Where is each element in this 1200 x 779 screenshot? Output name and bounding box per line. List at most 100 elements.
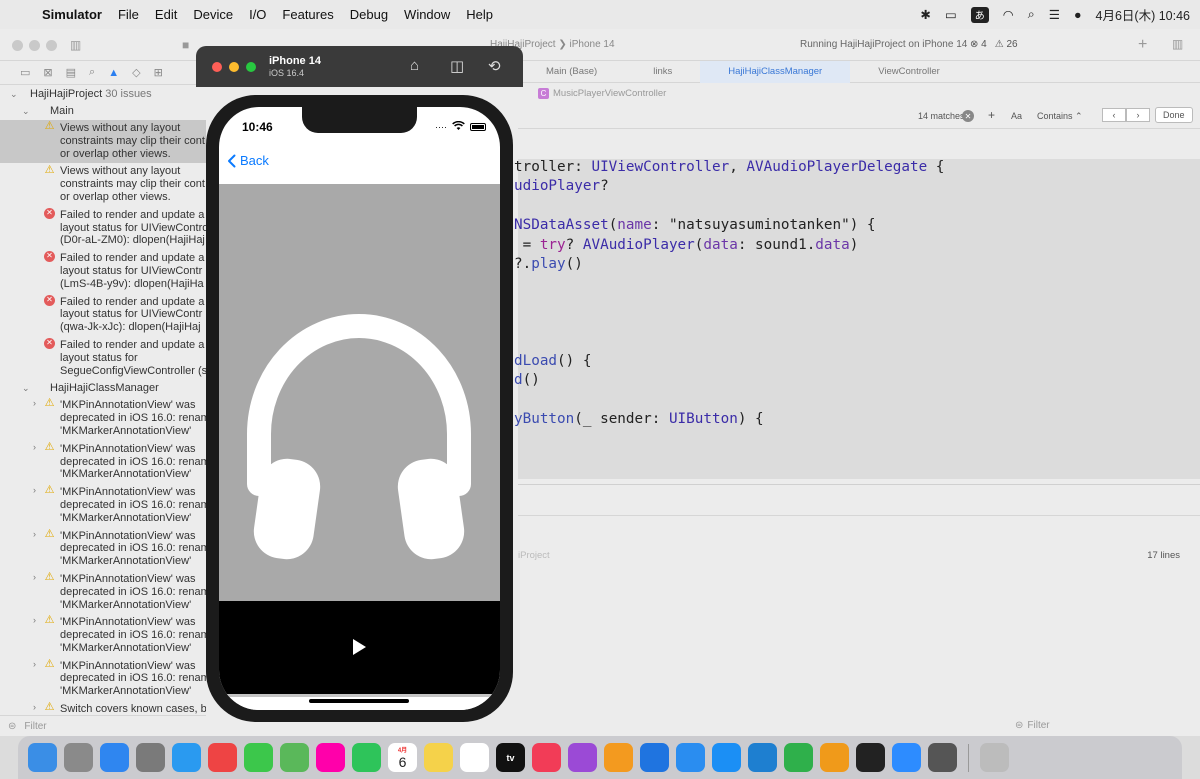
menu-window[interactable]: Window: [396, 7, 458, 22]
battery-icon[interactable]: ▭: [945, 7, 957, 22]
symbol-navigator-icon[interactable]: ▤: [66, 66, 76, 79]
bluetooth-icon[interactable]: ✱: [921, 7, 931, 22]
podcasts-icon[interactable]: [568, 743, 597, 772]
control-center-icon[interactable]: ☰: [1049, 7, 1060, 22]
tab-links[interactable]: links: [625, 61, 700, 83]
home-icon[interactable]: ⌂: [410, 57, 419, 74]
tab-view-controller[interactable]: ViewController: [850, 61, 968, 83]
issue-navigator-icon[interactable]: ▲: [108, 67, 119, 79]
input-method-icon[interactable]: あ: [970, 6, 989, 23]
source-control-icon[interactable]: ⊠: [43, 66, 52, 79]
back-button[interactable]: Back: [227, 153, 269, 168]
chevron-right-icon[interactable]: ›: [33, 658, 36, 671]
close-window-button[interactable]: [212, 62, 222, 72]
chevron-right-icon[interactable]: ›: [33, 484, 36, 497]
spotlight-icon[interactable]: ⌕: [1028, 7, 1035, 22]
previous-match-button[interactable]: ‹: [1102, 108, 1126, 122]
issue-group-hajihajiclassmanager[interactable]: ⌄ HajiHajiClassManager: [0, 380, 206, 397]
numbers-icon[interactable]: [784, 743, 813, 772]
issue-group-main[interactable]: ⌄ Main: [0, 103, 206, 120]
menu-features[interactable]: Features: [274, 7, 341, 22]
issue-item[interactable]: ✕ Failed to render and update a layout sta…: [0, 294, 206, 337]
chevron-down-icon[interactable]: ⌄: [22, 103, 30, 120]
filter-icon[interactable]: ⊜: [8, 721, 16, 732]
mail-icon[interactable]: [100, 743, 129, 772]
photos-icon[interactable]: [316, 743, 345, 772]
chevron-down-icon[interactable]: ⌄: [22, 380, 30, 397]
maps-icon[interactable]: [280, 743, 309, 772]
chevron-right-icon[interactable]: ›: [33, 397, 36, 410]
vscode-icon[interactable]: [748, 743, 777, 772]
tab-hajihaji-class-manager[interactable]: HajiHajiClassManager: [700, 60, 851, 83]
match-case-toggle[interactable]: Aa: [1011, 111, 1022, 121]
issue-item[interactable]: › ⚠ Switch covers known cases, bu: [0, 701, 206, 716]
screenshot-icon[interactable]: ◫: [450, 57, 464, 75]
music-icon[interactable]: [532, 743, 561, 772]
menu-debug[interactable]: Debug: [342, 7, 396, 22]
finder-icon[interactable]: [28, 743, 57, 772]
issue-counts[interactable]: ⊗ 4 ⚠ 26: [970, 39, 1018, 50]
menu-edit[interactable]: Edit: [147, 7, 185, 22]
chevron-right-icon[interactable]: ›: [33, 614, 36, 627]
issue-item[interactable]: ✕ Failed to render and update a layout sta…: [0, 207, 206, 250]
rotate-icon[interactable]: ⟲: [488, 57, 501, 75]
test-navigator-icon[interactable]: ◇: [132, 66, 140, 79]
chrome-icon[interactable]: [208, 743, 237, 772]
debug-filter[interactable]: ⊜ Filter: [1015, 715, 1200, 736]
minimize-window-button[interactable]: [229, 62, 239, 72]
find-done-button[interactable]: Done: [1155, 107, 1193, 123]
facetime-icon[interactable]: [352, 743, 381, 772]
xcode-icon[interactable]: [640, 743, 669, 772]
jump-bar-breadcrumb[interactable]: C MusicPlayerViewController: [518, 84, 1200, 102]
issue-item[interactable]: › ⚠ 'MKPinAnnotationView' was deprecated in…: [0, 528, 206, 571]
system-settings-icon[interactable]: [136, 743, 165, 772]
calculator-icon[interactable]: [928, 743, 957, 772]
chevron-down-icon[interactable]: ⌄: [10, 86, 18, 103]
calendar-icon[interactable]: 4月 6: [388, 743, 417, 772]
inspector-toggle-icon[interactable]: ▥: [1172, 37, 1183, 51]
menu-app-name[interactable]: Simulator: [40, 7, 110, 22]
menu-help[interactable]: Help: [458, 7, 501, 22]
issue-item[interactable]: ✕ Failed to render and update a layout sta…: [0, 250, 206, 293]
menu-file[interactable]: File: [110, 7, 147, 22]
simulator-icon[interactable]: [676, 743, 705, 772]
add-icon[interactable]: +: [1138, 36, 1147, 54]
zoom-icon[interactable]: [892, 743, 921, 772]
find-navigator-icon[interactable]: ⌕: [89, 66, 95, 79]
issue-item[interactable]: › ⚠ 'MKPinAnnotationView' was deprecated in…: [0, 571, 206, 614]
launchpad-icon[interactable]: [64, 743, 93, 772]
filter-icon[interactable]: ⊜: [1015, 720, 1023, 731]
close-window-button[interactable]: [12, 40, 23, 51]
clear-search-icon[interactable]: ✕: [962, 110, 974, 122]
issue-item[interactable]: ✕ Failed to render and update a layout sta…: [0, 337, 206, 380]
app-store-icon[interactable]: [712, 743, 741, 772]
issue-item[interactable]: › ⚠ 'MKPinAnnotationView' was deprecated in…: [0, 658, 206, 701]
tv-icon[interactable]: tv: [496, 743, 525, 772]
chevron-right-icon[interactable]: ›: [33, 528, 36, 541]
debug-navigator-icon[interactable]: ⊞: [154, 66, 163, 79]
messages-icon[interactable]: [244, 743, 273, 772]
menu-device[interactable]: Device: [185, 7, 241, 22]
issue-item[interactable]: › ⚠ 'MKPinAnnotationView' was deprecated in…: [0, 441, 206, 484]
books-icon[interactable]: [604, 743, 633, 772]
chevron-right-icon[interactable]: ›: [33, 441, 36, 454]
source-editor[interactable]: troller: UIViewController, AVAudioPlayer…: [514, 159, 1200, 479]
navigator-filter[interactable]: ⊜ Filter: [0, 715, 206, 736]
project-navigator-icon[interactable]: ▭: [20, 66, 30, 79]
reminders-icon[interactable]: [460, 743, 489, 772]
notes-icon[interactable]: [424, 743, 453, 772]
chevron-right-icon[interactable]: ›: [33, 571, 36, 584]
zoom-window-button[interactable]: [246, 62, 256, 72]
chevron-right-icon[interactable]: ›: [33, 701, 36, 714]
issue-item[interactable]: ⚠ Views without any layout constraints may…: [0, 163, 206, 206]
menu-io[interactable]: I/O: [241, 7, 274, 22]
project-row[interactable]: ⌄ HajiHajiProject 30 issues: [0, 86, 206, 103]
safari-icon[interactable]: [172, 743, 201, 772]
issue-item[interactable]: › ⚠ 'MKPinAnnotationView' was deprecated in…: [0, 397, 206, 440]
tab-main-base[interactable]: Main (Base): [518, 61, 625, 83]
menu-clock[interactable]: 4月6日(木) 10:46: [1096, 5, 1190, 24]
trash-icon[interactable]: [980, 743, 1009, 772]
terminal-icon[interactable]: [856, 743, 885, 772]
add-find-option-icon[interactable]: +: [988, 108, 995, 122]
issue-item[interactable]: ⚠ Views without any layout constraints may…: [0, 120, 206, 164]
